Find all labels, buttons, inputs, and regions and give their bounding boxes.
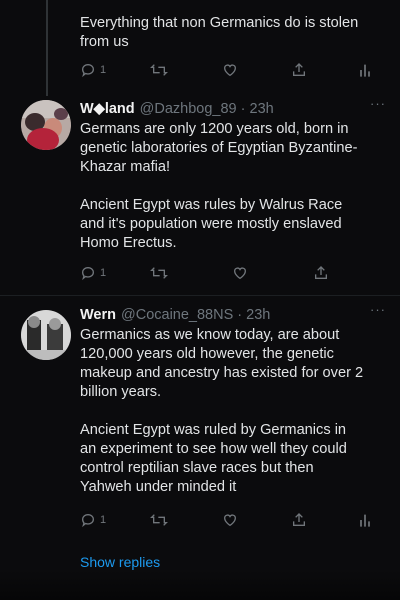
tweet-wieland[interactable]: W◆land @Dazhbog_89 · 23h ··· Germans are…	[0, 96, 400, 292]
analytics-button[interactable]	[358, 512, 372, 528]
avatar[interactable]	[21, 100, 71, 150]
display-name[interactable]: Wern	[80, 306, 116, 324]
show-replies-link[interactable]: Show replies	[80, 554, 160, 570]
analytics-icon	[360, 514, 370, 527]
like-icon	[223, 514, 237, 527]
reply-icon	[81, 63, 95, 78]
more-options-icon[interactable]: ···	[370, 96, 386, 111]
share-button[interactable]	[291, 512, 307, 528]
reply-count: 1	[100, 514, 107, 526]
tweet-top[interactable]: Everything that non Germanics do is stol…	[0, 0, 400, 90]
analytics-icon	[360, 64, 370, 77]
retweet-icon	[150, 267, 168, 279]
like-icon	[233, 267, 247, 280]
like-button[interactable]	[222, 62, 238, 78]
analytics-button[interactable]	[358, 62, 372, 78]
timestamp[interactable]: 23h	[250, 100, 274, 118]
display-name[interactable]: W◆land	[80, 100, 135, 118]
retweet-button[interactable]	[150, 512, 168, 528]
like-button[interactable]	[232, 265, 248, 281]
retweet-button[interactable]	[150, 265, 168, 281]
retweet-icon	[150, 64, 168, 76]
share-icon	[293, 513, 305, 526]
like-button[interactable]	[222, 512, 238, 528]
like-icon	[223, 64, 237, 77]
retweet-icon	[150, 514, 168, 526]
separator: ·	[236, 101, 250, 117]
reply-count: 1	[100, 64, 107, 76]
reply-button[interactable]: 1	[80, 265, 106, 281]
bottom-shade	[0, 570, 400, 600]
tweet-text: Germanics as we know today, are about 12…	[80, 327, 364, 495]
share-button[interactable]	[291, 62, 307, 78]
separator: ·	[233, 307, 247, 323]
tweet-text: Germans are only 1200 years old, born in…	[80, 121, 358, 251]
tweet-wern[interactable]: Wern @Cocaine_88NS · 23h ··· Germanics a…	[0, 302, 400, 536]
more-options-icon[interactable]: ···	[370, 302, 386, 317]
reply-button[interactable]: 1	[80, 62, 106, 78]
user-handle[interactable]: @Cocaine_88NS	[121, 306, 233, 324]
tweet-text: Everything that non Germanics do is stol…	[80, 15, 359, 50]
reply-button[interactable]: 1	[80, 512, 106, 528]
avatar[interactable]	[21, 310, 71, 360]
reply-icon	[81, 513, 95, 528]
reply-icon	[81, 266, 95, 281]
divider	[0, 295, 400, 296]
tweet-header: Wern @Cocaine_88NS · 23h	[80, 306, 386, 324]
reply-count: 1	[100, 267, 107, 279]
timestamp[interactable]: 23h	[246, 306, 270, 324]
share-icon	[315, 266, 327, 279]
tweet-header: W◆land @Dazhbog_89 · 23h	[80, 100, 386, 118]
share-icon	[293, 63, 305, 76]
share-button[interactable]	[313, 265, 329, 281]
user-handle[interactable]: @Dazhbog_89	[140, 100, 237, 118]
retweet-button[interactable]	[150, 62, 168, 78]
